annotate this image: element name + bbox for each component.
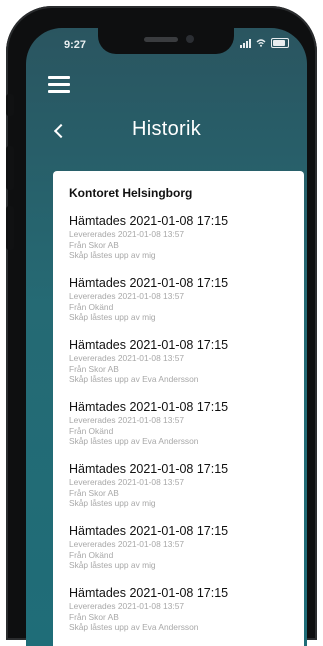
sender-text: Från Skor AB bbox=[69, 239, 119, 250]
delivered-text: Levererades 2021-01-08 13:57 bbox=[69, 353, 185, 363]
unlocked-by-text: Skåp låstes upp av mig bbox=[69, 250, 156, 260]
unlocked-by-text: Skåp låstes upp av Eva Andersson bbox=[69, 436, 199, 446]
delivered-text: Levererades 2021-01-08 13:57 bbox=[69, 601, 185, 611]
battery-icon bbox=[271, 38, 289, 48]
history-item[interactable]: Hämtades 2021-01-08 17:15 Levererades 20… bbox=[69, 214, 296, 276]
phone-frame: 9:27 Historik Kontoret Helsingborg Hämta… bbox=[6, 6, 317, 646]
signal-icon bbox=[240, 38, 251, 48]
unlocked-by-text: Skåp låstes upp av mig bbox=[69, 498, 156, 508]
picked-up-text: Hämtades 2021-01-08 17:15 bbox=[69, 338, 229, 352]
picked-up-text: Hämtades 2021-01-08 17:15 bbox=[69, 524, 229, 538]
sender-text: Från Okänd bbox=[69, 549, 114, 560]
unlocked-by-text: Skåp låstes upp av mig bbox=[69, 560, 156, 570]
delivered-text: Levererades 2021-01-08 13:57 bbox=[69, 229, 185, 239]
picked-up-text: Hämtades 2021-01-08 17:15 bbox=[69, 400, 229, 414]
picked-up-text: Hämtades 2021-01-08 17:15 bbox=[69, 586, 229, 600]
sender-text: Från Okänd bbox=[69, 425, 114, 436]
sender-text: Från Skor AB bbox=[69, 611, 119, 622]
volume-up-button bbox=[6, 146, 14, 190]
history-item[interactable]: Hämtades 2021-01-08 17:15 Levererades 20… bbox=[69, 586, 296, 646]
location-title: Kontoret Helsingborg bbox=[69, 186, 193, 200]
picked-up-text: Hämtades 2021-01-08 17:15 bbox=[69, 462, 229, 476]
history-item[interactable]: Hämtades 2021-01-08 17:15 Levererades 20… bbox=[69, 400, 296, 462]
status-time: 9:27 bbox=[64, 39, 87, 51]
delivered-text: Levererades 2021-01-08 13:57 bbox=[69, 415, 185, 425]
volume-down-button bbox=[6, 206, 14, 250]
camera bbox=[186, 35, 194, 43]
picked-up-text: Hämtades 2021-01-08 17:15 bbox=[69, 214, 229, 228]
history-item[interactable]: Hämtades 2021-01-08 17:15 Levererades 20… bbox=[69, 462, 296, 524]
history-item[interactable]: Hämtades 2021-01-08 17:15 Levererades 20… bbox=[69, 276, 296, 338]
page-title: Historik bbox=[131, 118, 202, 140]
sender-text: Från Skor AB bbox=[69, 487, 119, 498]
notch bbox=[98, 28, 234, 54]
mute-switch bbox=[6, 94, 14, 116]
sender-text: Från Skor AB bbox=[69, 363, 119, 374]
wifi-icon bbox=[256, 39, 266, 47]
history-item[interactable]: Hämtades 2021-01-08 17:15 Levererades 20… bbox=[69, 524, 296, 586]
delivered-text: Levererades 2021-01-08 13:57 bbox=[69, 291, 185, 301]
delivered-text: Levererades 2021-01-08 13:57 bbox=[69, 539, 185, 549]
history-card: Kontoret Helsingborg Hämtades 2021-01-08… bbox=[53, 171, 304, 646]
sender-text: Från Okänd bbox=[69, 301, 114, 312]
unlocked-by-text: Skåp låstes upp av mig bbox=[69, 312, 156, 322]
app-screen: 9:27 Historik Kontoret Helsingborg Hämta… bbox=[26, 28, 307, 646]
history-item[interactable]: Hämtades 2021-01-08 17:15 Levererades 20… bbox=[69, 338, 296, 400]
history-list: Hämtades 2021-01-08 17:15 Levererades 20… bbox=[69, 214, 296, 646]
speaker bbox=[144, 37, 178, 42]
unlocked-by-text: Skåp låstes upp av Eva Andersson bbox=[69, 622, 199, 632]
delivered-text: Levererades 2021-01-08 13:57 bbox=[69, 477, 185, 487]
unlocked-by-text: Skåp låstes upp av Eva Andersson bbox=[69, 374, 199, 384]
status-icons bbox=[240, 38, 289, 48]
hamburger-menu-icon[interactable] bbox=[48, 76, 70, 94]
picked-up-text: Hämtades 2021-01-08 17:15 bbox=[69, 276, 229, 290]
